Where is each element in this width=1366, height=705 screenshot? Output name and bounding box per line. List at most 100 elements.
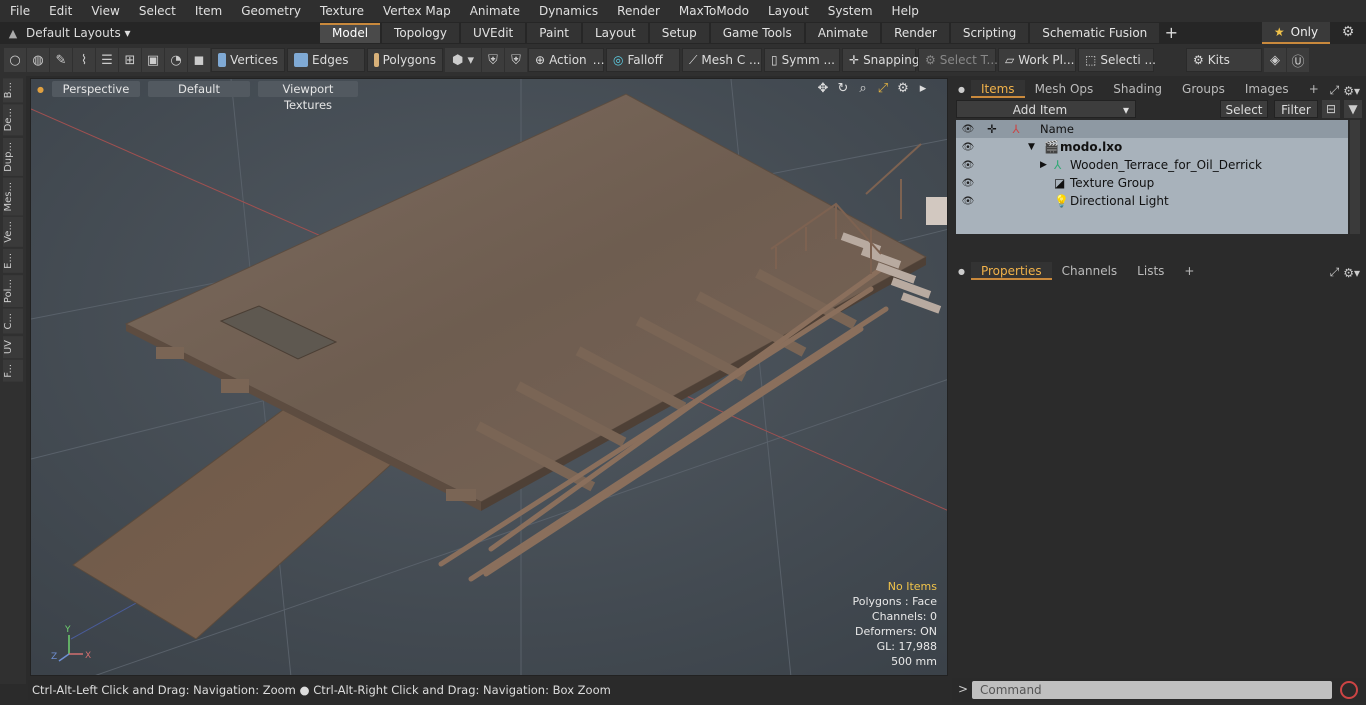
gear-icon[interactable]: ⚙ xyxy=(1340,24,1356,40)
tab-shading[interactable]: Shading xyxy=(1103,80,1172,98)
tab-model[interactable]: Model xyxy=(320,23,381,43)
menu-render[interactable]: Render xyxy=(607,0,669,22)
strip-tab-fusion[interactable]: F... xyxy=(3,359,23,382)
layers-icon[interactable]: ☰ xyxy=(96,48,118,72)
tab-animate[interactable]: Animate xyxy=(805,23,881,43)
menu-geometry[interactable]: Geometry xyxy=(231,0,310,22)
pen-icon[interactable]: ✎ xyxy=(50,48,72,72)
filter-button[interactable]: Filter xyxy=(1274,100,1318,118)
tab-lists[interactable]: Lists xyxy=(1127,262,1174,280)
tab-render[interactable]: Render xyxy=(882,23,949,43)
strip-tab-polygon[interactable]: Pol... xyxy=(3,274,23,307)
select-button[interactable]: Select xyxy=(1220,100,1268,118)
tab-items[interactable]: Items xyxy=(970,80,1025,98)
strip-tab-curve[interactable]: C... xyxy=(3,308,23,334)
visibility-toggle-icon[interactable]: 👁 xyxy=(956,142,980,153)
tree-row-mesh[interactable]: 👁 ▶ ⅄ Wooden_Terrace_for_Oil_Derrick xyxy=(956,156,1348,174)
menu-texture[interactable]: Texture xyxy=(310,0,373,22)
menu-layout[interactable]: Layout xyxy=(758,0,818,22)
viewport-settings-icon[interactable]: ⚙ xyxy=(893,81,913,96)
funnel-icon[interactable]: ▼ xyxy=(1344,100,1362,118)
symmetry-shield-icon[interactable]: ⛨ xyxy=(482,48,504,72)
strip-tab-vertex[interactable]: Ve... xyxy=(3,217,23,248)
work-plane-button[interactable]: ▱ Work Pl... xyxy=(998,48,1076,72)
tab-game-tools[interactable]: Game Tools xyxy=(710,23,804,43)
collapse-icon[interactable]: ⊟ xyxy=(1322,100,1340,118)
tab-schematic-fusion[interactable]: Schematic Fusion xyxy=(1030,23,1160,43)
panel-settings-icon[interactable]: ⚙▾ xyxy=(1343,266,1366,280)
only-toggle[interactable]: ★ Only xyxy=(1262,22,1330,44)
transform-shield-icon[interactable]: ⛨ xyxy=(505,48,527,72)
tab-topology[interactable]: Topology xyxy=(382,23,460,43)
vertices-button[interactable]: Vertices xyxy=(211,48,285,72)
visibility-toggle-icon[interactable]: 👁 xyxy=(956,178,980,189)
expand-arrow-icon[interactable]: ▶ xyxy=(1040,160,1054,170)
tree-row-light[interactable]: 👁 💡 Directional Light xyxy=(956,192,1348,210)
circle-select-icon[interactable]: ○ xyxy=(4,48,26,72)
visibility-toggle-icon[interactable]: 👁 xyxy=(956,196,980,207)
symmetry-button[interactable]: ▯ Symm ... xyxy=(764,48,840,72)
polygons-button[interactable]: Polygons xyxy=(367,48,443,72)
box-icon[interactable]: ▣ xyxy=(142,48,164,72)
menu-vertex-map[interactable]: Vertex Map xyxy=(373,0,460,22)
brush-icon[interactable]: ⌇ xyxy=(73,48,95,72)
viewport-3d[interactable]: Y X Z ● Perspective Default Viewport Tex… xyxy=(30,78,948,676)
rotate-icon[interactable]: ↻ xyxy=(833,81,853,96)
tab-channels[interactable]: Channels xyxy=(1052,262,1128,280)
panel-settings-icon[interactable]: ⚙▾ xyxy=(1343,84,1366,98)
menu-animate[interactable]: Animate xyxy=(460,0,529,22)
tree-scrollbar[interactable] xyxy=(1350,120,1360,234)
tab-scripting[interactable]: Scripting xyxy=(950,23,1029,43)
panel-expand-icon[interactable]: ⤢ xyxy=(1330,265,1344,280)
perspective-dropdown[interactable]: Perspective xyxy=(51,81,140,97)
tab-images[interactable]: Images xyxy=(1235,80,1299,98)
maximize-icon[interactable]: ⤢ xyxy=(873,81,893,96)
grid-icon[interactable]: ⊞ xyxy=(119,48,141,72)
tab-uvedit[interactable]: UVEdit xyxy=(461,23,526,43)
tab-properties[interactable]: Properties xyxy=(970,262,1052,280)
menu-select[interactable]: Select xyxy=(129,0,185,22)
strip-tab-mesh-edit[interactable]: Mes... xyxy=(3,177,23,216)
expand-arrow-icon[interactable]: ▼ xyxy=(1028,142,1044,152)
layouts-selector[interactable]: ▲ Default Layouts ▾ xyxy=(0,22,320,44)
snapping-button[interactable]: ✛ Snapping xyxy=(842,48,919,72)
menu-help[interactable]: Help xyxy=(882,0,928,22)
kits-button[interactable]: ⚙ Kits xyxy=(1186,48,1262,72)
move-icon[interactable]: ✥ xyxy=(813,81,833,96)
menu-maxtomodo[interactable]: MaxToModo xyxy=(669,0,758,22)
add-item-button[interactable]: Add Item ▾ xyxy=(956,100,1136,118)
add-properties-tab-icon[interactable]: + xyxy=(1174,262,1204,280)
menu-edit[interactable]: Edit xyxy=(39,0,81,22)
collapse-icon[interactable]: ▲ xyxy=(0,27,26,40)
strip-tab-duplicate[interactable]: Dup... xyxy=(3,137,23,176)
zoom-icon[interactable]: ⌕ xyxy=(853,81,873,96)
menu-item[interactable]: Item xyxy=(185,0,231,22)
strip-tab-basic[interactable]: B... xyxy=(3,78,23,103)
expand-right-icon[interactable]: ▸ xyxy=(913,81,933,96)
visibility-toggle-icon[interactable]: 👁 xyxy=(956,160,980,171)
selection-sets-button[interactable]: ⬚ Selecti ... xyxy=(1078,48,1156,72)
ring-icon[interactable]: ◔ xyxy=(165,48,187,72)
mesh-constraint-button[interactable]: ⟋ Mesh C ... xyxy=(682,48,762,72)
tab-paint[interactable]: Paint xyxy=(527,23,581,43)
strip-tab-edge[interactable]: E... xyxy=(3,249,23,273)
command-input[interactable]: Command xyxy=(972,681,1332,699)
tree-row-scene[interactable]: 👁 ▼ 🎬 modo.lxo xyxy=(956,138,1348,156)
tab-groups[interactable]: Groups xyxy=(1172,80,1235,98)
tab-setup[interactable]: Setup xyxy=(649,23,709,43)
menu-system[interactable]: System xyxy=(818,0,882,22)
unity-icon[interactable]: ◈ xyxy=(1264,48,1286,72)
tab-mesh-ops[interactable]: Mesh Ops xyxy=(1025,80,1104,98)
strip-tab-uv[interactable]: UV xyxy=(3,335,23,358)
unreal-icon[interactable]: Ⓤ xyxy=(1287,48,1309,72)
menu-view[interactable]: View xyxy=(81,0,128,22)
viewport-textures-dropdown[interactable]: Viewport Textures xyxy=(257,81,358,112)
panel-expand-icon[interactable]: ⤢ xyxy=(1330,83,1344,98)
tab-layout[interactable]: Layout xyxy=(582,23,648,43)
menu-file[interactable]: File xyxy=(0,0,39,22)
action-center-button[interactable]: ⊕ Action… xyxy=(528,48,605,72)
add-panel-tab-icon[interactable]: + xyxy=(1299,80,1329,98)
select-through-button[interactable]: ⚙ Select T... xyxy=(918,48,998,72)
edges-button[interactable]: Edges xyxy=(287,48,365,72)
strip-tab-deform[interactable]: De... xyxy=(3,104,23,136)
